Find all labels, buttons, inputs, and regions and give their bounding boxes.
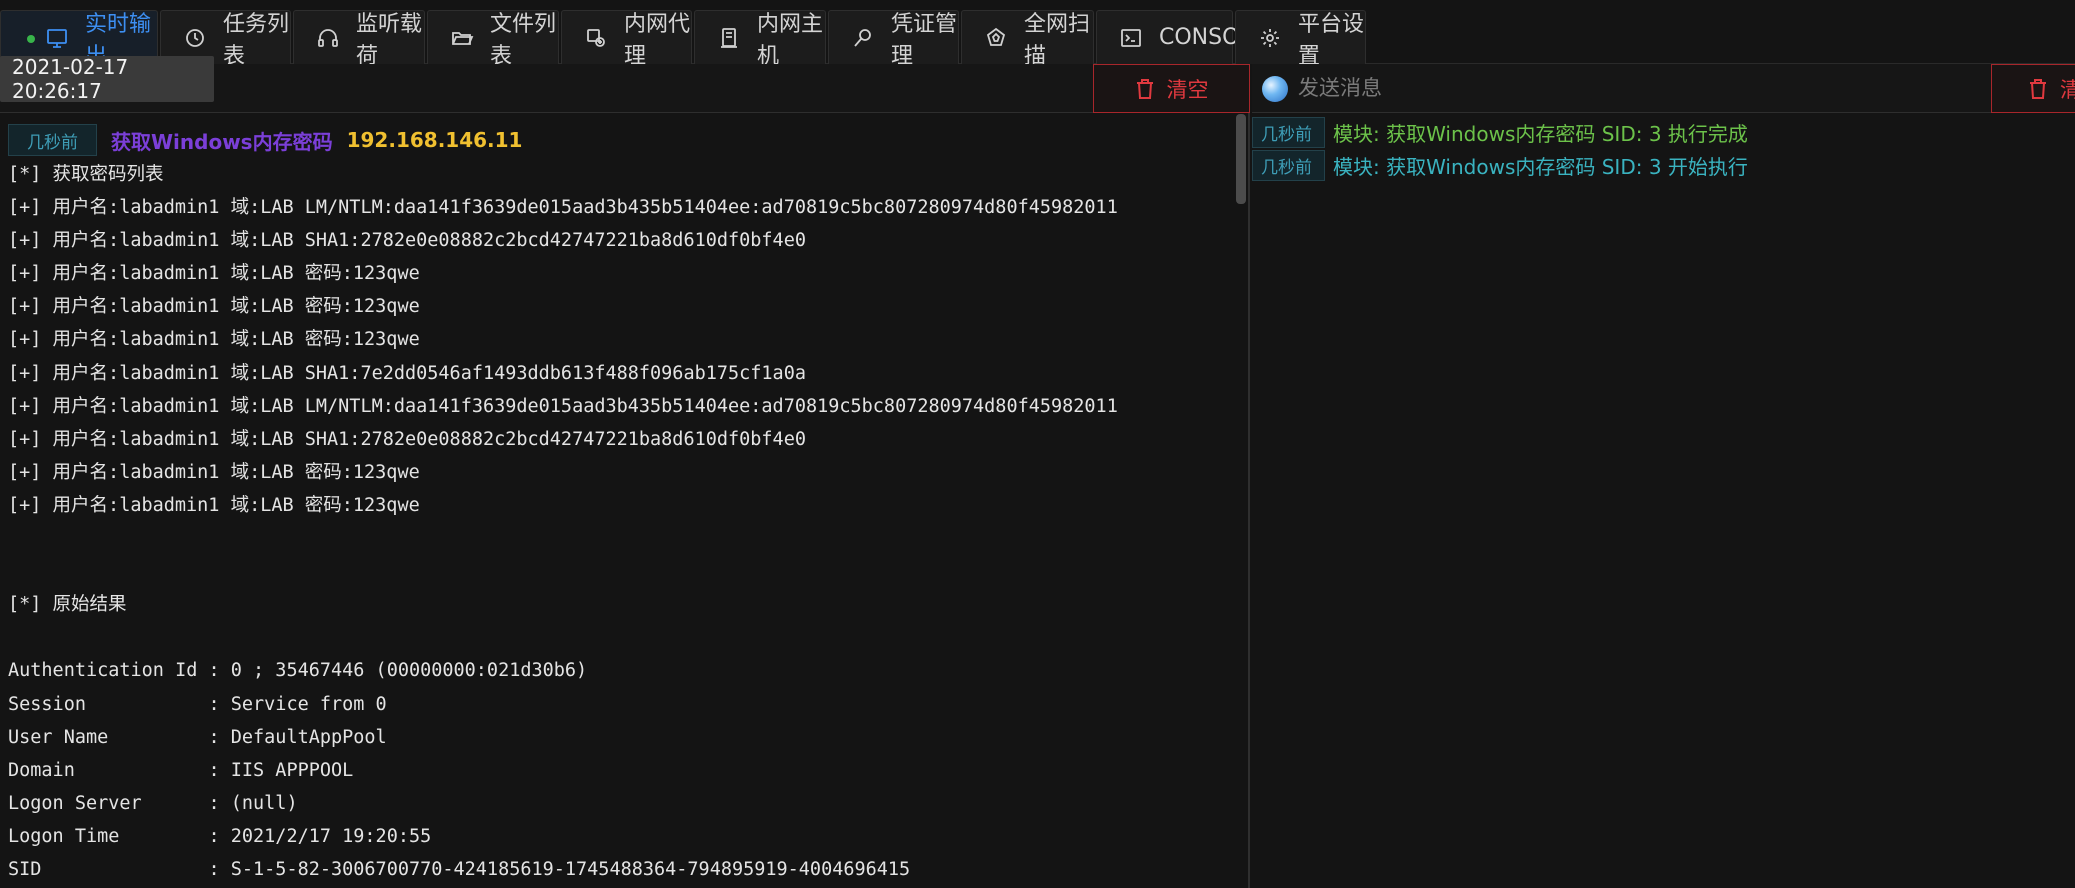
log-line: [+] 用户名:labadmin1 域:LAB SHA1:2782e0e0888…	[8, 428, 806, 450]
host-icon	[717, 25, 741, 51]
log-entry-header: 几秒前 获取Windows内存密码 192.168.146.11	[8, 124, 522, 156]
tab-intranet-proxy[interactable]: 内网代理	[561, 10, 692, 69]
tab-console[interactable]: CONSOLE	[1096, 10, 1266, 64]
log-line: [*] 原始结果	[8, 594, 127, 616]
trash-icon	[1136, 78, 1153, 99]
host-ip: 192.168.146.11	[346, 128, 523, 152]
time-tag: 几秒前	[1252, 117, 1325, 148]
tab-label: 任务列表	[223, 11, 290, 69]
log-line: Logon Time : 2021/2/17 19:20:55	[8, 825, 432, 847]
log-line: [+] 用户名:labadmin1 域:LAB 密码:123qwe	[8, 494, 420, 516]
clear-label: 清空	[2060, 77, 2075, 102]
gear-icon	[1258, 25, 1282, 51]
log-line: User Name : DefaultAppPool	[8, 726, 387, 748]
log-line: [+] 用户名:labadmin1 域:LAB SHA1:2782e0e0888…	[8, 230, 806, 252]
tab-label: 内网代理	[624, 11, 691, 69]
log-line: [+] 用户名:labadmin1 域:LAB 密码:123qwe	[8, 296, 420, 318]
status-dot	[27, 35, 35, 43]
log-lines: [*] 获取密码列表 [+] 用户名:labadmin1 域:LAB LM/NT…	[8, 158, 1118, 886]
history-icon	[183, 25, 207, 51]
clear-label: 清空	[1166, 77, 1209, 102]
log-line: Logon Server : (null)	[8, 792, 298, 814]
proxy-icon	[584, 25, 608, 51]
tab-bar: 实时输出 任务列表 监听载荷 文件列表 内网代理 内网主机 凭证管理	[0, 0, 2075, 69]
globe-icon	[1262, 76, 1288, 102]
message-panel: 清空 几秒前 模块: 获取Windows内存密码 SID: 3 执行完成 几秒前…	[1252, 64, 2075, 888]
key-icon	[851, 25, 875, 51]
log-line: [+] 用户名:labadmin1 域:LAB 密码:123qwe	[8, 461, 420, 483]
message-toolbar: 清空	[1252, 64, 2075, 113]
tab-intranet-hosts[interactable]: 内网主机	[694, 10, 826, 69]
clear-output-button[interactable]: 清空	[1093, 64, 1250, 113]
time-tag: 几秒前	[1252, 150, 1325, 181]
tab-label: 文件列表	[490, 11, 557, 69]
scan-icon	[984, 25, 1008, 51]
clear-messages-button[interactable]: 清空	[1991, 64, 2075, 113]
realtime-output-panel: 清空 几秒前 获取Windows内存密码 192.168.146.11 [*] …	[0, 64, 1250, 888]
log-line: SID : S-1-5-82-3006700770-424185619-1745…	[8, 858, 911, 880]
timestamp-tooltip: 2021-02-17 20:26:17	[0, 55, 214, 103]
log-line: Domain : IIS APPPOOL	[8, 759, 354, 781]
output-log[interactable]: 几秒前 获取Windows内存密码 192.168.146.11 [*] 获取密…	[0, 114, 1238, 888]
log-line: [*] 获取密码列表	[8, 164, 164, 185]
log-line: [+] 用户名:labadmin1 域:LAB SHA1:7e2dd0546af…	[8, 362, 806, 384]
tab-platform-settings[interactable]: 平台设置	[1235, 10, 1366, 69]
log-line: Authentication Id : 0 ; 35467446 (000000…	[8, 660, 588, 682]
folder-open-icon	[450, 25, 474, 51]
event-item: 几秒前 模块: 获取Windows内存密码 SID: 3 执行完成	[1252, 116, 1748, 149]
tab-label: 全网扫描	[1024, 11, 1091, 69]
event-item: 几秒前 模块: 获取Windows内存密码 SID: 3 开始执行	[1252, 149, 1748, 182]
tab-label: 平台设置	[1298, 11, 1365, 69]
log-line: [+] 用户名:labadmin1 域:LAB 密码:123qwe	[8, 329, 420, 351]
tab-label: 内网主机	[757, 11, 824, 69]
log-line: [+] 用户名:labadmin1 域:LAB 密码:123qwe	[8, 263, 420, 285]
log-line: [+] 用户名:labadmin1 域:LAB LM/NTLM:daa141f3…	[8, 395, 1118, 417]
event-list: 几秒前 模块: 获取Windows内存密码 SID: 3 执行完成 几秒前 模块…	[1252, 116, 1748, 182]
time-tag: 几秒前	[8, 124, 97, 156]
output-scrollbar[interactable]	[1236, 114, 1246, 204]
tab-label: 监听载荷	[356, 11, 423, 69]
tab-listener-payload[interactable]: 监听载荷	[293, 10, 425, 69]
module-name: 获取Windows内存密码	[111, 129, 333, 154]
tab-network-scan[interactable]: 全网扫描	[961, 10, 1094, 69]
terminal-icon	[1119, 25, 1143, 51]
monitor-icon	[45, 25, 69, 51]
log-line: [+] 用户名:labadmin1 域:LAB LM/NTLM:daa141f3…	[8, 197, 1118, 219]
tab-credentials[interactable]: 凭证管理	[828, 10, 959, 69]
tab-file-list[interactable]: 文件列表	[427, 10, 559, 69]
event-text: 模块: 获取Windows内存密码 SID: 3 开始执行	[1333, 155, 1748, 179]
tab-label: 凭证管理	[891, 11, 958, 69]
trash-icon	[2030, 78, 2046, 99]
message-input[interactable]	[1298, 70, 1998, 106]
log-line: Session : Service from 0	[8, 693, 387, 715]
event-text: 模块: 获取Windows内存密码 SID: 3 执行完成	[1333, 122, 1748, 146]
headphones-icon	[316, 25, 340, 51]
